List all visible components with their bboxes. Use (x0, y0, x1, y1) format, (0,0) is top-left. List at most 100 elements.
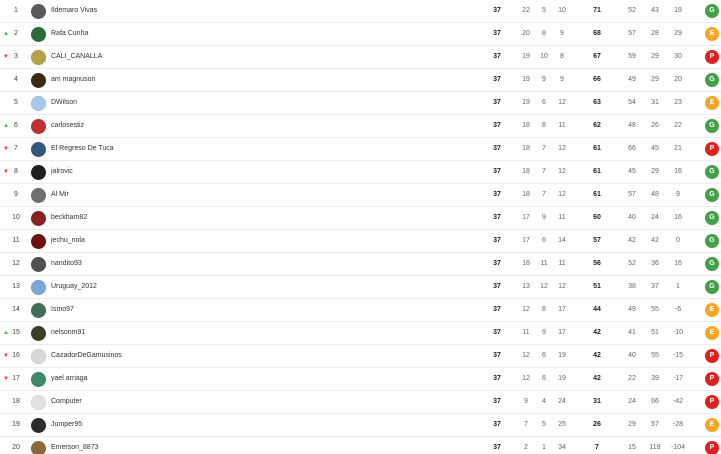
table-row[interactable]: ▼ 17 yael arriaga 37 12 6 19 42 22 39 -17 P (0, 368, 721, 391)
player-name[interactable]: yael arriaga (51, 368, 351, 390)
goals-against: 45 (651, 145, 659, 152)
avatar[interactable] (31, 280, 46, 295)
avatar[interactable] (31, 142, 46, 157)
played: 37 (493, 260, 501, 267)
goals-for: 54 (628, 99, 636, 106)
table-row[interactable]: 14 Ismo97 37 12 8 17 44 49 55 -6 E (0, 299, 721, 322)
avatar-image (31, 211, 46, 226)
avatar[interactable] (31, 73, 46, 88)
player-name[interactable]: DWilson (51, 92, 351, 114)
player-name[interactable]: CazadorDeGamusinos (51, 345, 351, 367)
avatar[interactable] (31, 257, 46, 272)
draws: 6 (542, 375, 546, 382)
table-row[interactable]: 5 DWilson 37 19 6 12 63 54 31 23 E (0, 92, 721, 115)
avatar[interactable] (31, 326, 46, 341)
avatar[interactable] (31, 303, 46, 318)
player-name[interactable]: nandito93 (51, 253, 351, 275)
table-row[interactable]: 9 Al Mir 37 18 7 12 61 57 48 9 G (0, 184, 721, 207)
player-name[interactable]: beckham82 (51, 207, 351, 229)
form-badge: G (705, 280, 719, 294)
table-row[interactable]: ▼ 8 jalrovic 37 18 7 12 61 45 29 16 G (0, 161, 721, 184)
goal-difference: -6 (674, 306, 682, 313)
points: 61 (593, 168, 601, 175)
position: 7 (14, 145, 18, 152)
table-row[interactable]: 13 Uruguay_2012 37 13 12 12 51 38 37 1 G (0, 276, 721, 299)
goals-against: 26 (651, 122, 659, 129)
avatar[interactable] (31, 96, 46, 111)
table-row[interactable]: ▼ 16 CazadorDeGamusinos 37 12 6 19 42 40 55 -15 P (0, 345, 721, 368)
avatar[interactable] (31, 27, 46, 42)
player-name[interactable]: jalrovic (51, 161, 351, 183)
avatar[interactable] (31, 50, 46, 65)
avatar[interactable] (31, 349, 46, 364)
player-name[interactable]: Uruguay_2012 (51, 276, 351, 298)
goal-difference: 19 (674, 7, 682, 14)
table-row[interactable]: ▼ 7 El Regreso De Tuca 37 18 7 12 61 66 45 21 P (0, 138, 721, 161)
position: 15 (12, 329, 20, 336)
avatar[interactable] (31, 372, 46, 387)
goal-difference: 23 (674, 99, 682, 106)
played: 37 (493, 168, 501, 175)
trend-down-icon: ▼ (3, 54, 9, 60)
points: 26 (593, 421, 601, 428)
wins: 18 (522, 168, 530, 175)
goal-difference: 1 (676, 283, 680, 290)
avatar[interactable] (31, 188, 46, 203)
losses: 17 (558, 306, 566, 313)
avatar[interactable] (31, 418, 46, 433)
player-name[interactable]: Jumper95 (51, 414, 351, 436)
form-badge: P (705, 441, 719, 454)
goals-for: 49 (628, 76, 636, 83)
table-row[interactable]: 18 Computer 37 9 4 24 31 24 66 -42 P (0, 391, 721, 414)
avatar-image (31, 418, 46, 433)
goals-for: 29 (628, 421, 636, 428)
avatar[interactable] (31, 441, 46, 454)
table-row[interactable]: ▲ 6 carlosestiz 37 18 8 11 62 48 26 22 G (0, 115, 721, 138)
losses: 12 (558, 168, 566, 175)
goals-for: 52 (628, 260, 636, 267)
points: 57 (593, 237, 601, 244)
player-name[interactable]: carlosestiz (51, 115, 351, 137)
trend-none (2, 230, 10, 252)
player-name[interactable]: Emerson_8873 (51, 437, 351, 454)
table-row[interactable]: ▲ 2 Rafa Cunha 37 20 8 9 68 57 28 29 E (0, 23, 721, 46)
table-row[interactable]: 12 nandito93 37 18 11 11 56 52 36 16 G (0, 253, 721, 276)
table-row[interactable]: 10 beckham82 37 17 9 11 60 40 24 16 G (0, 207, 721, 230)
trend-down-icon: ▼ (3, 353, 9, 359)
position: 9 (14, 191, 18, 198)
points: 66 (593, 76, 601, 83)
avatar[interactable] (31, 234, 46, 249)
player-name[interactable]: Al Mir (51, 184, 351, 206)
player-name[interactable]: nelsonm91 (51, 322, 351, 344)
wins: 19 (522, 53, 530, 60)
trend-down-icon: ▼ (3, 146, 9, 152)
goals-against: 42 (651, 237, 659, 244)
player-name[interactable]: El Regreso De Tuca (51, 138, 351, 160)
player-name[interactable]: Ismo97 (51, 299, 351, 321)
player-name[interactable]: CALI_CANALLA (51, 46, 351, 68)
table-row[interactable]: 11 jechu_nola 37 17 6 14 57 42 42 0 G (0, 230, 721, 253)
position: 10 (12, 214, 20, 221)
points: 31 (593, 398, 601, 405)
draws: 8 (542, 30, 546, 37)
table-row[interactable]: 19 Jumper95 37 7 5 25 26 29 57 -28 E (0, 414, 721, 437)
avatar[interactable] (31, 119, 46, 134)
player-name[interactable]: am magnuson (51, 69, 351, 91)
player-name[interactable]: Rafa Cunha (51, 23, 351, 45)
trend-none (2, 253, 10, 275)
form-badge: G (705, 165, 719, 179)
player-name[interactable]: Computer (51, 391, 351, 413)
avatar[interactable] (31, 395, 46, 410)
avatar[interactable] (31, 165, 46, 180)
player-name[interactable]: Ildemaro Vivas (51, 0, 351, 22)
player-name[interactable]: jechu_nola (51, 230, 351, 252)
table-row[interactable]: ▼ 3 CALI_CANALLA 37 19 10 8 67 59 29 30 P (0, 46, 721, 69)
table-row[interactable]: ▲ 15 nelsonm91 37 11 9 17 42 41 51 -10 E (0, 322, 721, 345)
goal-difference: 0 (676, 237, 680, 244)
table-row[interactable]: 4 am magnuson 37 19 9 9 66 49 29 20 G (0, 69, 721, 92)
table-row[interactable]: 1 Ildemaro Vivas 37 22 5 10 71 52 43 19 G (0, 0, 721, 23)
losses: 10 (558, 7, 566, 14)
avatar[interactable] (31, 4, 46, 19)
table-row[interactable]: 20 Emerson_8873 37 2 1 34 7 15 119 -104 P (0, 437, 721, 454)
avatar[interactable] (31, 211, 46, 226)
